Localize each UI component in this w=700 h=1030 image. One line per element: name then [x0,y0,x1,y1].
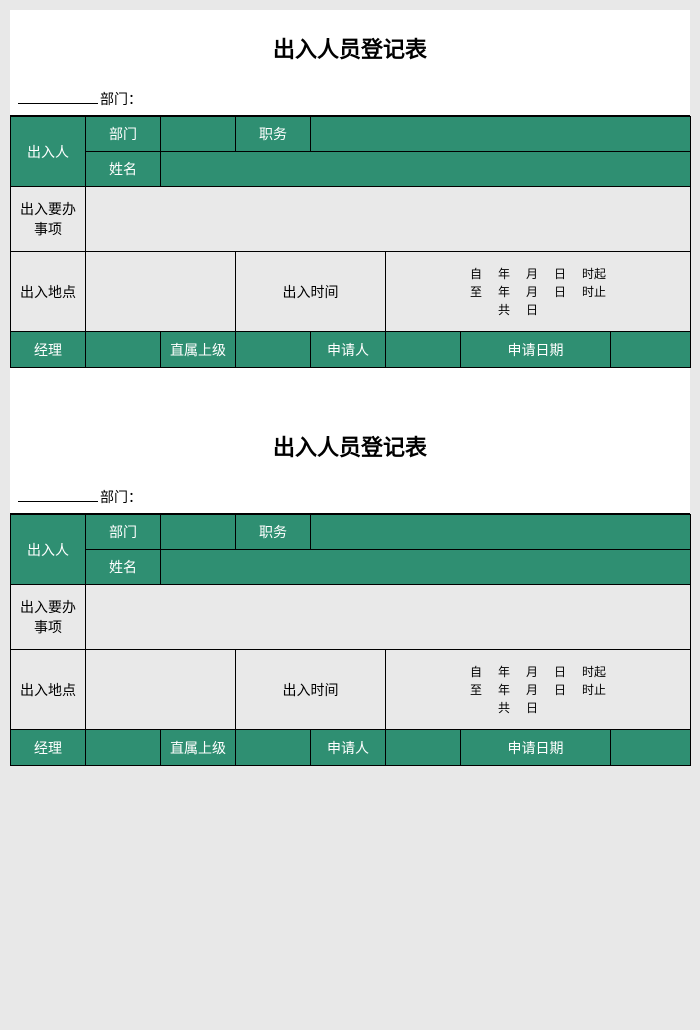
label-person: 出入人 [11,515,86,585]
cell-name-value[interactable] [161,550,691,585]
label-position: 职务 [236,117,311,152]
spacer [10,368,690,408]
cell-apply-date-value[interactable] [611,332,691,368]
cell-dept-value[interactable] [161,117,236,152]
cell-dept-value[interactable] [161,515,236,550]
label-time: 出入时间 [236,650,386,730]
form-block-1: 出入人员登记表 部门： 出入人 部门 职务 [10,10,690,408]
cell-time-detail: 自至 年年共 月月日 日日 时起时止 [386,252,691,332]
label-name: 姓名 [86,550,161,585]
form-table: 出入人 部门 职务 姓名 出入要办 事项 出入地点 出入时间 自至 [10,116,691,368]
cell-position-value[interactable] [311,117,691,152]
label-manager: 经理 [11,730,86,766]
label-applicant: 申请人 [311,730,386,766]
label-person: 出入人 [11,117,86,187]
cell-manager-value[interactable] [86,332,161,368]
cell-supervisor-value[interactable] [236,332,311,368]
label-matters: 出入要办 事项 [11,187,86,252]
label-apply-date: 申请日期 [461,332,611,368]
cell-matters-value[interactable] [86,585,691,650]
form-title: 出入人员登记表 [10,408,690,480]
cell-applicant-value[interactable] [386,332,461,368]
label-supervisor: 直属上级 [161,332,236,368]
dept-label: 部门： [100,89,142,109]
label-applicant: 申请人 [311,332,386,368]
cell-supervisor-value[interactable] [236,730,311,766]
dept-label: 部门： [100,487,142,507]
label-manager: 经理 [11,332,86,368]
label-time: 出入时间 [236,252,386,332]
cell-manager-value[interactable] [86,730,161,766]
label-name: 姓名 [86,152,161,187]
dept-blank-line [18,486,98,502]
label-position: 职务 [236,515,311,550]
dept-row: 部门： [10,82,690,116]
form-block-2: 出入人员登记表 部门： 出入人 部门 职务 [10,408,690,766]
cell-applicant-value[interactable] [386,730,461,766]
label-location: 出入地点 [11,252,86,332]
label-dept: 部门 [86,117,161,152]
dept-row: 部门： [10,480,690,514]
label-apply-date: 申请日期 [461,730,611,766]
cell-time-detail: 自至 年年共 月月日 日日 时起时止 [386,650,691,730]
page-container: 出入人员登记表 部门： 出入人 部门 职务 [10,10,690,766]
label-matters: 出入要办 事项 [11,585,86,650]
cell-apply-date-value[interactable] [611,730,691,766]
label-supervisor: 直属上级 [161,730,236,766]
dept-blank-line [18,88,98,104]
cell-position-value[interactable] [311,515,691,550]
cell-location-value[interactable] [86,650,236,730]
form-title: 出入人员登记表 [10,10,690,82]
cell-matters-value[interactable] [86,187,691,252]
form-table: 出入人 部门 职务 姓名 出入要办 事项 出入地点 出入时间 自至 [10,514,691,766]
cell-name-value[interactable] [161,152,691,187]
label-dept: 部门 [86,515,161,550]
cell-location-value[interactable] [86,252,236,332]
label-location: 出入地点 [11,650,86,730]
